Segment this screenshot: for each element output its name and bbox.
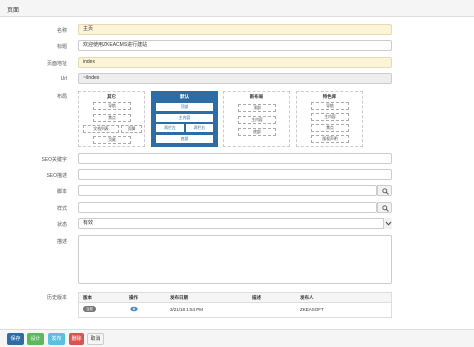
url-readonly-field: ~/index bbox=[78, 73, 392, 84]
page-url-label: 页面地址 bbox=[46, 61, 67, 67]
layout-zone: 文档列表 bbox=[83, 125, 119, 133]
layout-zone: 顶部 bbox=[156, 103, 213, 111]
style-label: 样式 bbox=[56, 206, 67, 212]
history-label: 历史版本 bbox=[46, 295, 67, 301]
table-header: 版本 操作 发布日期 描述 发布人 bbox=[79, 293, 391, 303]
layout-zone: 顶部 bbox=[238, 104, 276, 112]
history-table: 版本 操作 发布日期 描述 发布人 当前 3/21/18 1:54 PM ZKE… bbox=[78, 292, 392, 318]
seo-description-label: SEO描述 bbox=[46, 173, 67, 179]
layout-option-default[interactable]: 默认 顶部 主内容 两栏左 两栏右 底部 bbox=[151, 91, 218, 147]
layout-zone: 底部 bbox=[156, 135, 213, 143]
column-header-action: 操作 bbox=[129, 295, 138, 300]
layout-option-featured[interactable]: 特色库 导航 主内容 焦点 版权声明 bbox=[296, 91, 363, 147]
layout-zone: 主内容 bbox=[156, 114, 213, 122]
column-header-publisher: 发布人 bbox=[300, 295, 314, 300]
save-button[interactable]: 保存 bbox=[7, 333, 24, 345]
search-icon bbox=[382, 205, 389, 212]
layout-zone: 主内容 bbox=[311, 113, 349, 121]
name-label: 名称 bbox=[56, 28, 67, 34]
cancel-button[interactable]: 取消 bbox=[87, 333, 104, 345]
layout-title: 其它 bbox=[107, 94, 116, 99]
layout-label: 布局 bbox=[56, 94, 67, 100]
current-version-badge: 当前 bbox=[83, 306, 96, 312]
layout-zone: 主内容 bbox=[238, 116, 276, 124]
search-icon bbox=[382, 188, 389, 195]
layout-title: 特色库 bbox=[322, 94, 337, 99]
title-label: 标题 bbox=[56, 44, 67, 50]
layout-zone: 导航 bbox=[311, 102, 349, 110]
column-header-description: 描述 bbox=[252, 295, 261, 300]
name-input[interactable]: 主页 bbox=[78, 24, 392, 35]
layout-zone: 页脚 bbox=[121, 125, 142, 133]
script-search-button[interactable] bbox=[377, 185, 392, 196]
seo-keywords-input[interactable] bbox=[78, 153, 392, 164]
script-input[interactable] bbox=[78, 185, 377, 196]
footer-bar: 保存 设计 发布 删除 取消 bbox=[0, 329, 474, 347]
layout-title: 新布局 bbox=[249, 94, 264, 99]
style-input[interactable] bbox=[78, 202, 377, 213]
seo-description-input[interactable] bbox=[78, 169, 392, 180]
column-header-date: 发布日期 bbox=[170, 295, 188, 300]
publish-button[interactable]: 发布 bbox=[48, 333, 65, 345]
layout-zone: 焦点 bbox=[93, 114, 131, 122]
script-label: 脚本 bbox=[56, 189, 67, 195]
history-publish-date: 3/21/18 1:54 PM bbox=[170, 307, 204, 312]
design-button[interactable]: 设计 bbox=[27, 333, 44, 345]
url-label: Url bbox=[60, 76, 67, 82]
layout-option-new[interactable]: 新布局 顶部 主内容 底部 bbox=[223, 91, 290, 147]
status-dropdown-button[interactable] bbox=[383, 218, 392, 229]
page-url-input[interactable]: index bbox=[78, 57, 392, 68]
chevron-down-icon bbox=[385, 221, 392, 226]
layout-zone: 版权声明 bbox=[311, 135, 349, 143]
status-label: 状态 bbox=[56, 222, 67, 228]
history-publisher: ZKEASOFT bbox=[300, 307, 324, 312]
layout-zone: 导航 bbox=[93, 102, 131, 110]
style-search-button[interactable] bbox=[377, 202, 392, 213]
seo-keywords-label: SEO关键字 bbox=[41, 157, 67, 163]
panel-header: 页面 bbox=[0, 0, 474, 17]
layout-zone: 底部 bbox=[238, 128, 276, 136]
delete-button[interactable]: 删除 bbox=[69, 333, 84, 345]
eye-icon[interactable] bbox=[130, 306, 138, 312]
layout-zone: 焦点 bbox=[311, 124, 349, 132]
panel-title: 页面 bbox=[7, 8, 20, 14]
layout-option-other[interactable]: 其它 导航 焦点 文档列表 页脚 页尾 bbox=[78, 91, 145, 147]
description-label: 描述 bbox=[56, 239, 67, 245]
layout-zone: 两栏右 bbox=[186, 124, 213, 132]
description-textarea[interactable] bbox=[78, 235, 392, 284]
layout-zone: 两栏左 bbox=[156, 124, 184, 132]
column-header-version: 版本 bbox=[83, 295, 92, 300]
status-select[interactable]: 有效 bbox=[78, 218, 392, 229]
layout-zone: 页尾 bbox=[93, 136, 131, 144]
title-input[interactable]: 欢迎使用ZKEACMS进行建站 bbox=[78, 40, 392, 51]
layout-title: 默认 bbox=[180, 94, 189, 99]
